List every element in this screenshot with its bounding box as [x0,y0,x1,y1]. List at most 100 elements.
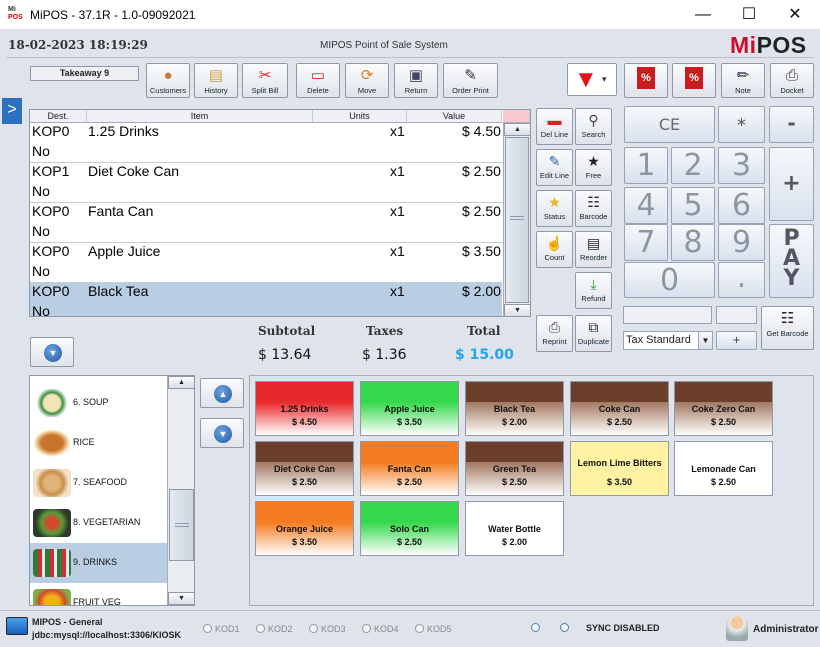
kod1-radio[interactable]: KOD1 [203,624,240,634]
plus-key[interactable]: + [769,147,814,221]
category-item-drinks[interactable]: 9. DRINKS [30,543,167,583]
category-up-button[interactable]: ▲ [200,378,244,408]
digit-key-0[interactable]: 0 [624,262,715,298]
free-button[interactable]: ★ Free [575,149,612,186]
category-item-fruit-veg[interactable]: FRUIT VEG [30,583,167,605]
down-arrow-icon: ▼ [574,66,598,93]
table-row[interactable]: KOP0 Apple Juice x1 $ 3.50 No [30,243,502,283]
product-tile-water-bottle[interactable]: Water Bottle $ 2.00 [465,501,564,556]
del-line-button[interactable]: ▬ Del Line [536,108,573,145]
reorder-icon: ▤ [586,235,601,251]
note-button[interactable]: ✏ Note [721,63,765,98]
scroll-thumb[interactable] [169,489,194,561]
amount-display-field[interactable] [623,306,712,324]
product-tile-solo-can[interactable]: Solo Can $ 2.50 [360,501,459,556]
product-tile-diet-coke-can[interactable]: Diet Coke Can $ 2.50 [255,441,354,496]
product-tile-green-tea[interactable]: Green Tea $ 2.50 [465,441,564,496]
category-down-button[interactable]: ▼ [200,418,244,448]
tax-select[interactable]: Tax Standard ▼ [623,331,713,350]
scroll-up-button[interactable]: ▲ [504,123,530,136]
history-button[interactable]: ▤ History [194,63,238,98]
quantity-display-field[interactable] [716,306,757,324]
product-price: $ 3.50 [606,477,633,487]
category-item-rice[interactable]: RICE [30,423,167,463]
table-row-selected[interactable]: KOP0 Black Tea x1 $ 2.00 No [30,283,502,316]
scroll-down-button[interactable]: ▼ [168,592,194,605]
category-item-vegetarian[interactable]: 8. VEGETARIAN [30,503,167,543]
delete-button[interactable]: ▭ Delete [296,63,340,98]
customers-button[interactable]: ● Customers [146,63,190,98]
category-item-soup[interactable]: 6. SOUP [30,383,167,423]
tax-add-button[interactable]: + [716,331,757,350]
digit-key-8[interactable]: 8 [671,224,715,261]
product-tile-coke-can[interactable]: Coke Can $ 2.50 [570,381,669,436]
scroll-thumb[interactable] [505,137,529,303]
digit-key-4[interactable]: 4 [624,187,668,224]
edit-line-button[interactable]: ✎ Edit Line [536,149,573,186]
hand-icon: ☝ [545,235,564,251]
digit-key-9[interactable]: 9 [718,224,765,261]
digit-key-3[interactable]: 3 [718,147,765,184]
scroll-down-button[interactable]: ▼ [504,304,530,316]
digit-key-7[interactable]: 7 [624,224,668,261]
taxes-value: $ 1.36 [362,347,407,363]
category-list: 6. SOUP RICE 7. SEAFOOD 8. VEGETARIAN 9.… [29,375,195,606]
product-tile-1-25-drinks[interactable]: 1.25 Drinks $ 4.50 [255,381,354,436]
product-price: $ 3.50 [291,537,318,547]
product-grid: 1.25 Drinks $ 4.50 Apple Juice $ 3.50 Black … [249,375,814,606]
minimize-button[interactable]: — [680,0,726,30]
product-tile-apple-juice[interactable]: Apple Juice $ 3.50 [360,381,459,436]
product-tile-black-tea[interactable]: Black Tea $ 2.00 [465,381,564,436]
expand-panel-button[interactable]: > [2,98,22,124]
scroll-up-button[interactable]: ▲ [168,376,194,389]
multiply-key[interactable]: * [718,106,765,143]
title-bar: Mi POS MiPOS - 37.1R - 1.0-09092021 — ☐ ✕ [0,0,820,30]
total-discount-button[interactable]: % [624,63,668,98]
table-row[interactable]: KOP1 Diet Coke Can x1 $ 2.50 No [30,163,502,203]
product-tile-lemon-lime-bitters[interactable]: Lemon Lime Bitters $ 3.50 [570,441,669,496]
table-row[interactable]: KOP0 1.25 Drinks x1 $ 4.50 No [30,123,502,163]
docket-button[interactable]: ⎙ Docket [770,63,814,98]
refund-button[interactable]: ⤓ Refund [575,272,612,309]
table-row[interactable]: KOP0 Fanta Can x1 $ 2.50 No [30,203,502,243]
kod4-radio[interactable]: KOD4 [362,624,399,634]
clear-entry-key[interactable]: CE [624,106,715,143]
digit-key-5[interactable]: 5 [671,187,715,224]
digit-key-2[interactable]: 2 [671,147,715,184]
reorder-button[interactable]: ▤ Reorder [575,231,612,268]
row-dest: KOP0 [32,123,70,139]
order-scroll-down-button[interactable]: ▼ [30,337,74,367]
minus-key[interactable]: - [769,106,814,143]
return-button[interactable]: ▣ Return [394,63,438,98]
split-bill-button[interactable]: ✂ Split Bill [242,63,288,98]
digit-key-1[interactable]: 1 [624,147,668,184]
maximize-button[interactable]: ☐ [726,0,772,30]
product-tile-orange-juice[interactable]: Orange Juice $ 3.50 [255,501,354,556]
kod5-radio[interactable]: KOD5 [415,624,452,634]
order-print-button[interactable]: ✎ Order Print [443,63,498,98]
destination-dropdown[interactable]: ▼ ▾ [567,63,617,96]
barcode-button[interactable]: ☷ Barcode [575,190,612,227]
close-button[interactable]: ✕ [772,0,818,30]
reprint-button[interactable]: ⎙ Reprint [536,315,573,352]
get-barcode-button[interactable]: ☷ Get Barcode [761,306,814,350]
kod2-radio[interactable]: KOD2 [256,624,293,634]
category-item-seafood[interactable]: 7. SEAFOOD [30,463,167,503]
barcode-icon: ☷ [780,310,795,327]
category-scrollbar[interactable]: ▲ ▼ [167,376,194,605]
kod3-radio[interactable]: KOD3 [309,624,346,634]
line-discount-button[interactable]: % [672,63,716,98]
status-button[interactable]: ★ Status [536,190,573,227]
search-button[interactable]: ⚲ Search [575,108,612,145]
count-button[interactable]: ☝ Count [536,231,573,268]
digit-key-6[interactable]: 6 [718,187,765,224]
pay-key[interactable]: PAY [769,224,814,298]
order-scrollbar[interactable]: ▲ ▼ [503,123,530,316]
decimal-key[interactable]: . [718,262,765,298]
product-tile-fanta-can[interactable]: Fanta Can $ 2.50 [360,441,459,496]
move-button[interactable]: ⟳ Move [345,63,389,98]
duplicate-button[interactable]: ⧉ Duplicate [575,315,612,352]
product-tile-coke-zero-can[interactable]: Coke Zero Can $ 2.50 [674,381,773,436]
product-tile-lemonade-can[interactable]: Lemonade Can $ 2.50 [674,441,773,496]
product-name: Fanta Can [387,464,432,474]
